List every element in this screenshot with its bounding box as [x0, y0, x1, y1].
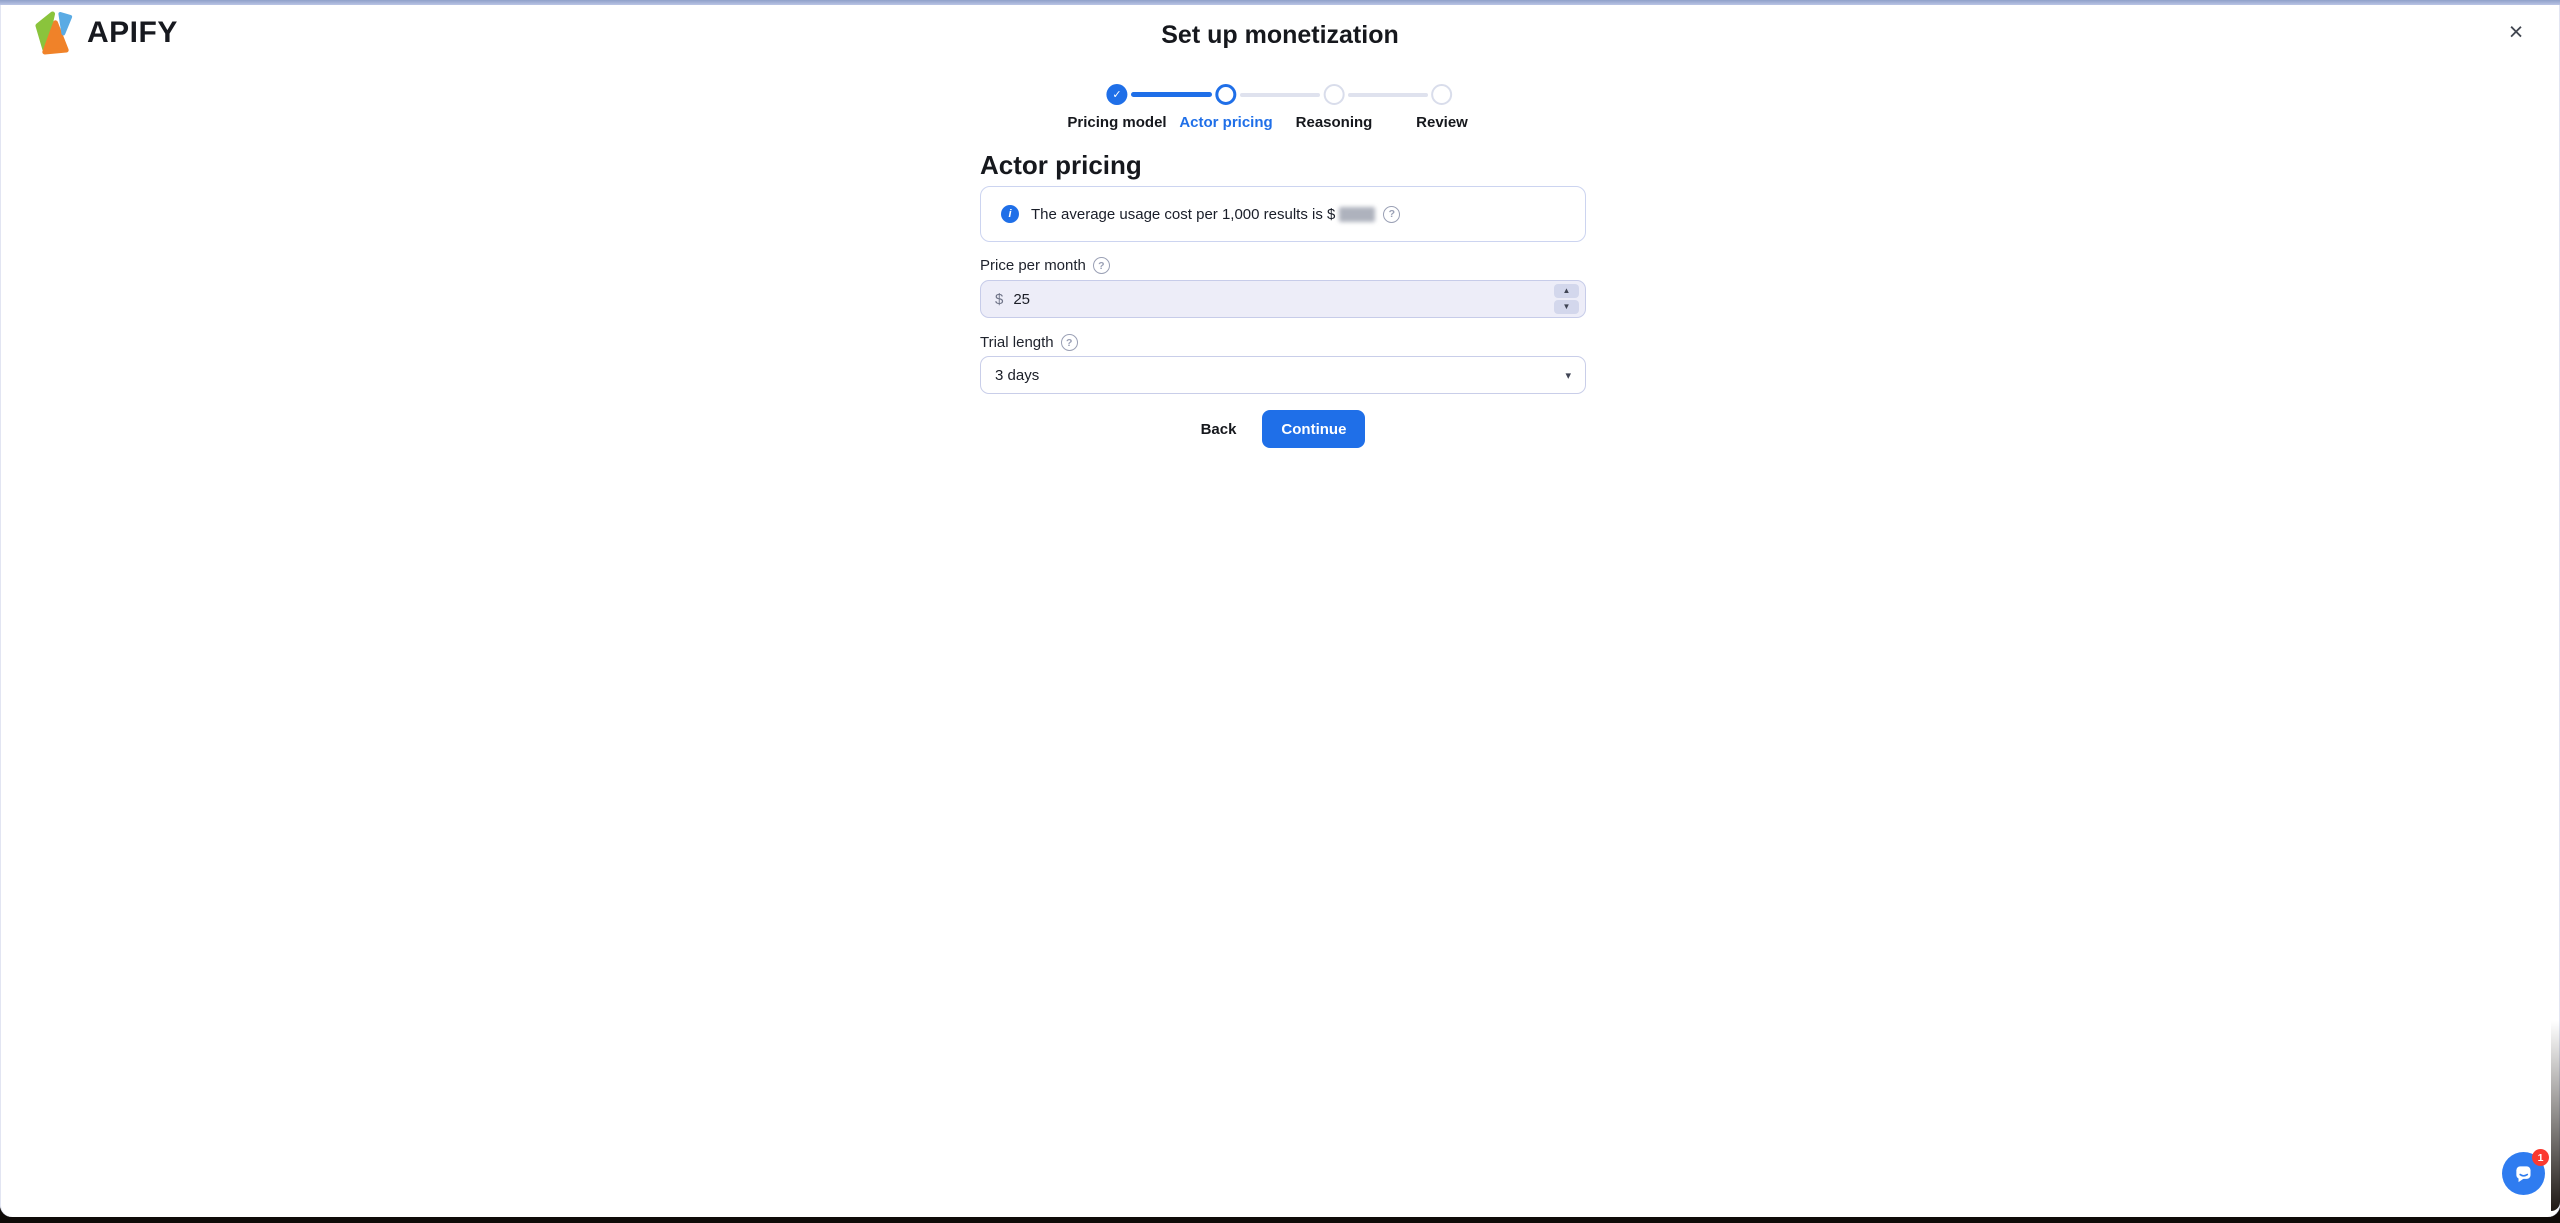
- banner-text: The average usage cost per 1,000 results…: [1031, 205, 1401, 223]
- back-button[interactable]: Back: [1201, 421, 1237, 438]
- price-per-month-label: Price per month ?: [980, 257, 1110, 274]
- trial-length-select[interactable]: 3 days ▾: [980, 356, 1586, 394]
- select-value: 3 days: [995, 366, 1040, 384]
- actions-row: Back Continue: [980, 410, 1586, 448]
- price-field[interactable]: $ ▲ ▼: [980, 280, 1586, 318]
- trial-length-label: Trial length ?: [980, 334, 1078, 351]
- increment-button[interactable]: ▲: [1554, 284, 1579, 298]
- section-heading: Actor pricing: [980, 150, 1142, 180]
- price-label-text: Price per month: [980, 257, 1086, 274]
- continue-button[interactable]: Continue: [1262, 410, 1366, 448]
- usage-cost-banner: i The average usage cost per 1,000 resul…: [980, 186, 1586, 242]
- currency-prefix: $: [995, 290, 1004, 308]
- help-icon[interactable]: ?: [1383, 205, 1401, 223]
- help-icon[interactable]: ?: [1060, 334, 1078, 351]
- info-icon: i: [1001, 205, 1019, 223]
- banner-text-content: The average usage cost per 1,000 results…: [1031, 205, 1336, 223]
- notification-badge: 1: [2532, 1149, 2549, 1166]
- price-input[interactable]: [1013, 290, 1554, 308]
- decrement-button[interactable]: ▼: [1554, 300, 1579, 314]
- help-icon[interactable]: ?: [1092, 257, 1110, 274]
- trial-label-text: Trial length: [980, 334, 1054, 351]
- redacted-value: [1339, 206, 1376, 222]
- number-stepper: ▲ ▼: [1554, 284, 1579, 314]
- app-window: APIFY × Set up monetization ✓ Pricing mo…: [0, 0, 2560, 1217]
- corner-shadow: [2551, 1021, 2560, 1211]
- form-column: Actor pricing i The average usage cost p…: [980, 0, 1586, 1217]
- chevron-down-icon: ▾: [1565, 369, 1571, 382]
- chat-widget[interactable]: 1: [2502, 1149, 2549, 1195]
